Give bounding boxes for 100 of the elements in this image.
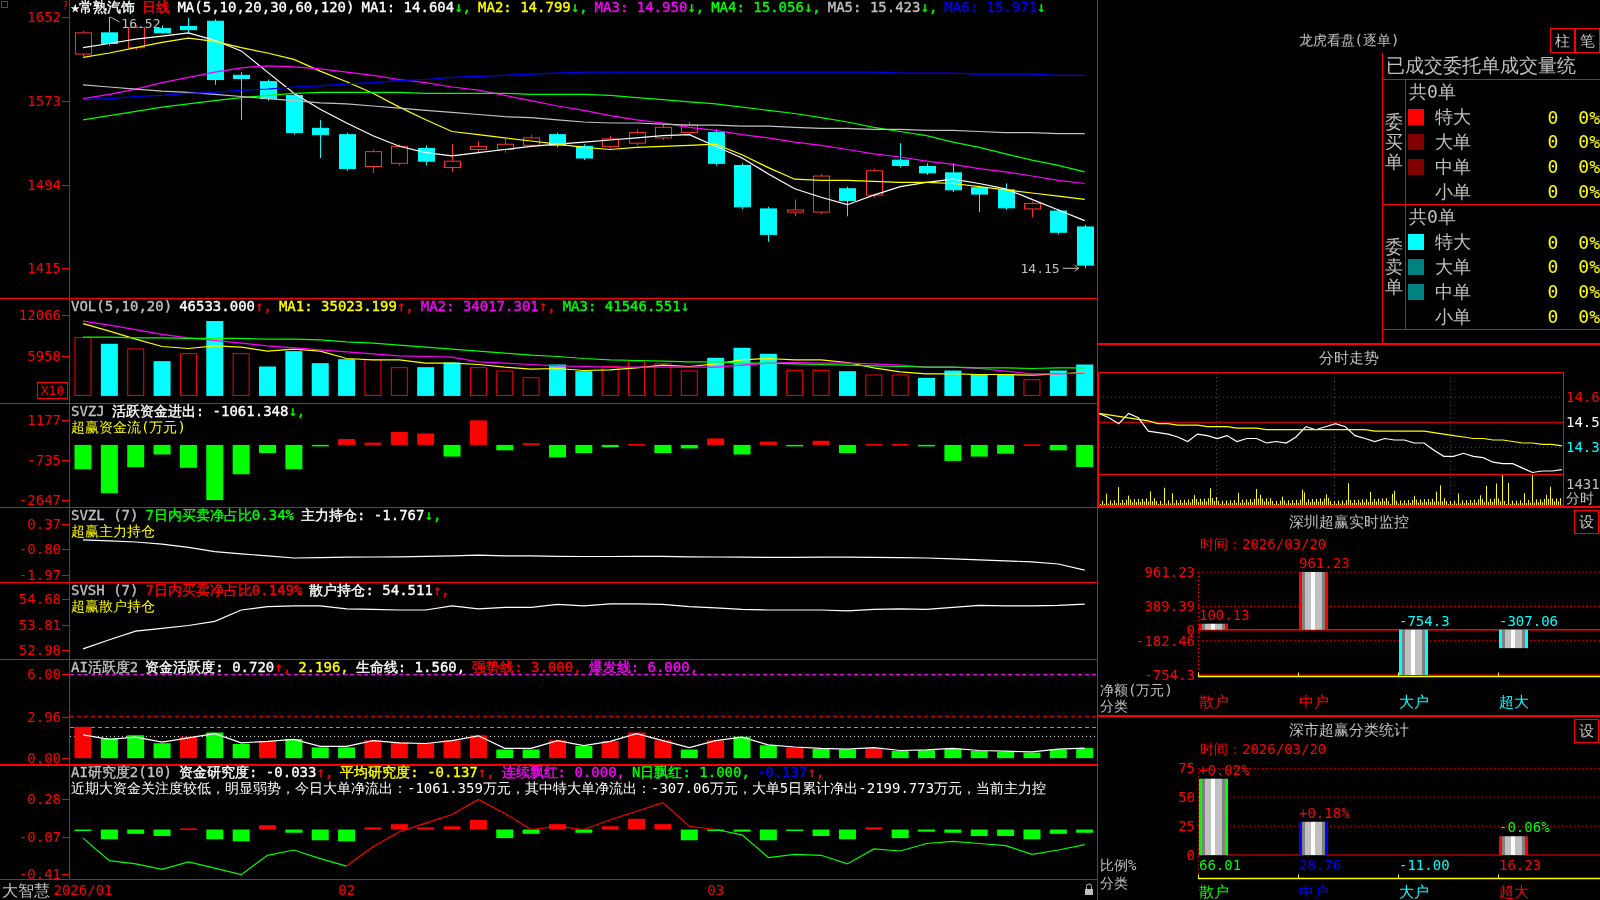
volume-bar — [1049, 370, 1067, 396]
activity-bar — [654, 740, 672, 759]
research-bar — [232, 829, 250, 842]
legend-label: MA2: 34017.301↑, — [420, 299, 556, 314]
candlestick — [1024, 201, 1041, 218]
legend-label: AI研究度2(10) — [71, 765, 172, 780]
legend-label: N日飘红: 1.000, — [632, 765, 750, 780]
fund-flow-bar — [759, 441, 777, 445]
axis-label: 14.3 — [1566, 439, 1600, 456]
fund-flow-bar — [680, 444, 698, 449]
fund-flow-bar — [575, 444, 593, 453]
activity-bar — [179, 736, 197, 759]
research-bar — [1049, 829, 1067, 834]
settings-button[interactable]: 设 — [1574, 510, 1599, 534]
group-label: 委卖单 — [1385, 237, 1403, 297]
activity-bar — [838, 749, 856, 759]
volume-bar — [390, 367, 408, 396]
brand-label: 大智慧 — [2, 880, 50, 900]
activity-bar — [786, 747, 804, 759]
research-bar — [127, 829, 145, 834]
volume-bar — [469, 367, 487, 396]
activity-bar — [918, 750, 935, 759]
value-label: 16.23 — [1499, 857, 1542, 873]
candlestick — [971, 185, 988, 213]
research-bar — [153, 829, 171, 836]
volume-bar — [680, 370, 698, 396]
axis-label: 1652 — [27, 8, 61, 25]
fund-flow-bar — [1049, 444, 1067, 451]
volume-bar — [997, 374, 1015, 396]
volume-caption: 分时 — [1566, 490, 1594, 506]
research-bar — [390, 824, 408, 830]
candlestick — [839, 186, 856, 217]
volume-bar — [759, 353, 777, 396]
candlestick — [470, 140, 487, 155]
fund-flow-bar — [812, 440, 830, 445]
settings-button[interactable]: 设 — [1574, 719, 1599, 743]
research-bar — [680, 829, 698, 841]
order-share: 0% — [1578, 256, 1600, 278]
legend-label: AI活跃度2 — [71, 660, 139, 675]
legend-label: SVZJ — [71, 404, 105, 419]
view-toggle-button[interactable]: 笔 — [1575, 28, 1600, 53]
legend-label: 连续飘红: 0.000, — [501, 765, 626, 780]
panel-title: 深市超赢分类统计 — [1289, 720, 1409, 740]
view-toggle-button[interactable]: 柱 — [1550, 28, 1575, 53]
fund-flow-bar — [1076, 444, 1094, 467]
axis-label: 1177 — [27, 412, 61, 429]
activity-bar — [759, 745, 777, 759]
axis-label: 389.39 — [1144, 598, 1195, 615]
order-count: 0 — [1547, 306, 1559, 328]
volume-bar — [918, 377, 935, 396]
fund-flow-bar — [338, 439, 356, 445]
fund-flow-bar — [707, 438, 725, 445]
volume-bar — [601, 365, 619, 396]
order-count: 0 — [1547, 231, 1559, 253]
volume-bar — [259, 366, 276, 396]
volume-bar — [838, 371, 856, 396]
axis-label: 53.81 — [18, 616, 61, 633]
activity-bar — [443, 740, 461, 759]
change-label: -0.06% — [1499, 819, 1550, 836]
volume-bar — [786, 369, 804, 396]
volume-bar — [179, 353, 197, 396]
order-total: 共0单 — [1409, 205, 1456, 230]
research-bar — [259, 825, 276, 830]
unit-badge: X10 — [37, 382, 68, 399]
volume-bar — [232, 353, 250, 396]
fund-flow-bar — [838, 444, 856, 453]
axis-title: 净额(万元) — [1100, 682, 1173, 698]
legend-label: MA(5,10,20,30,60,120) — [177, 0, 355, 15]
candlestick — [760, 206, 777, 243]
legend-label: 2.196, — [298, 660, 349, 675]
research-bar — [812, 829, 830, 836]
research-bar — [759, 829, 777, 841]
fund-flow-bar — [997, 444, 1015, 454]
legend-label: MA6: 15.971↓ — [944, 0, 1046, 15]
category-label: 大户 — [1399, 883, 1429, 900]
axis-title: 分类 — [1100, 875, 1128, 891]
axis-label: 50 — [1178, 789, 1195, 806]
order-total: 共0单 — [1409, 80, 1456, 105]
volume-bar — [311, 363, 329, 396]
candlestick — [365, 149, 382, 174]
volume-bar — [153, 361, 171, 396]
candlestick — [391, 143, 408, 166]
order-size-label: 中单 — [1435, 154, 1471, 179]
activity-bar — [601, 741, 619, 759]
volume-bar — [285, 351, 303, 396]
activity-bar — [944, 748, 962, 759]
order-share: 0% — [1578, 131, 1600, 153]
pointer-arrow — [1062, 264, 1080, 272]
volume-bar — [575, 371, 593, 396]
research-bar — [601, 826, 619, 830]
research-bar — [970, 829, 988, 836]
legend-label: 平均研究度: -0.137↑, — [340, 765, 495, 780]
legend-label: ★常熟汽饰 — [71, 0, 136, 15]
activity-bar — [522, 749, 540, 759]
research-bar — [628, 818, 646, 830]
fund-flow-bar — [153, 444, 171, 455]
fund-flow-bar — [944, 444, 962, 461]
activity-bar — [127, 735, 145, 759]
legend-label: 46533.000↑, — [179, 299, 272, 314]
order-share: 0% — [1578, 106, 1600, 128]
